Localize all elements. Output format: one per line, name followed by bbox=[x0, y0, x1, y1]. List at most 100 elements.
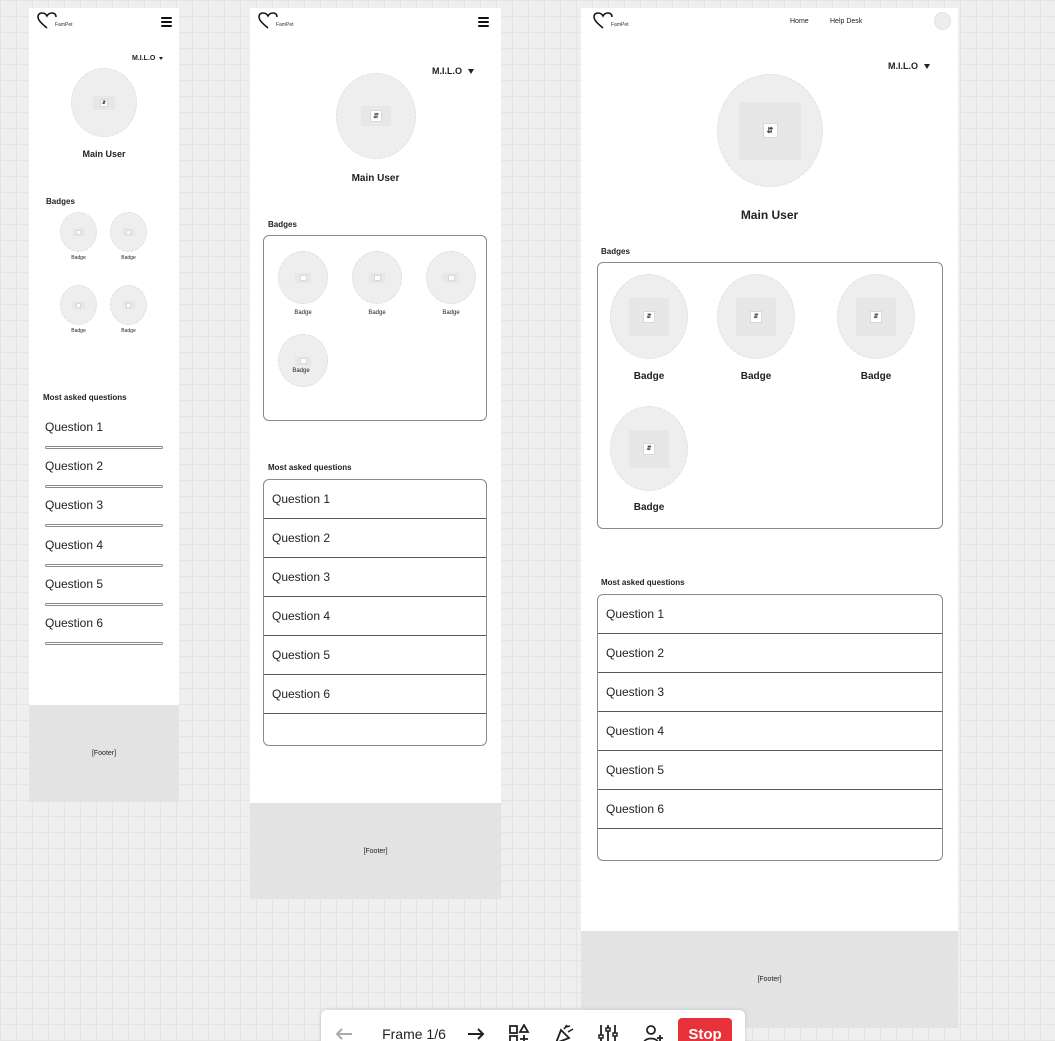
faq-list: Question 1 Question 2 Question 3 Questio… bbox=[263, 479, 487, 746]
question-item[interactable]: Question 2 bbox=[45, 459, 103, 473]
pet-dropdown[interactable]: M.I.L.O bbox=[888, 61, 930, 71]
question-item[interactable]: Question 6 bbox=[598, 790, 942, 829]
footer-label: [Footer] bbox=[363, 847, 388, 855]
image-placeholder-icon: ⇵ bbox=[370, 110, 382, 122]
party-popper-icon[interactable] bbox=[552, 1024, 576, 1041]
chevron-down-icon bbox=[924, 63, 930, 69]
badge-label: Badge bbox=[633, 371, 665, 382]
badge-label: Badge bbox=[368, 310, 386, 316]
badge-label: Badge bbox=[860, 371, 892, 382]
question-item[interactable]: Question 1 bbox=[45, 420, 103, 434]
logo[interactable]: FamPet bbox=[258, 12, 294, 30]
question-item[interactable]: Question 3 bbox=[45, 498, 103, 512]
question-divider bbox=[45, 446, 163, 449]
heart-logo-icon bbox=[593, 12, 613, 29]
user-avatar[interactable]: ⇵ bbox=[336, 73, 416, 159]
image-placeholder-icon bbox=[76, 229, 81, 235]
question-item[interactable]: Question 1 bbox=[598, 595, 942, 634]
chevron-down-icon bbox=[159, 57, 164, 60]
logo-text: FamPet bbox=[276, 22, 294, 28]
image-placeholder-icon bbox=[126, 302, 131, 308]
nav-link-help-desk[interactable]: Help Desk bbox=[830, 18, 862, 25]
question-item[interactable]: Question 4 bbox=[264, 597, 486, 636]
faq-title: Most asked questions bbox=[43, 393, 127, 402]
image-placeholder-icon bbox=[299, 274, 307, 281]
question-item[interactable]: Question 6 bbox=[264, 675, 486, 714]
image-placeholder-icon: ⇵ bbox=[750, 310, 762, 323]
badges-title: Badges bbox=[601, 247, 630, 256]
shapes-add-icon[interactable] bbox=[507, 1024, 531, 1041]
badge-label: Badge bbox=[121, 255, 136, 261]
logo[interactable]: FamPet bbox=[37, 12, 73, 30]
badge-label: Badge bbox=[292, 368, 310, 374]
badge-label: Badge bbox=[633, 502, 665, 513]
pet-dropdown[interactable]: M.I.L.O bbox=[432, 66, 474, 76]
stop-button[interactable]: Stop bbox=[678, 1018, 732, 1041]
footer: [Footer] bbox=[29, 705, 179, 802]
question-item[interactable]: Question 3 bbox=[264, 558, 486, 597]
badge-label: Badge bbox=[71, 255, 86, 261]
badge-image[interactable] bbox=[60, 212, 97, 252]
badge-image[interactable] bbox=[278, 334, 328, 387]
badge-image[interactable]: ⇵ bbox=[610, 406, 688, 491]
badge-label: Badge bbox=[442, 310, 460, 316]
faq-list: Question 1 Question 2 Question 3 Questio… bbox=[597, 594, 943, 861]
question-item[interactable]: Question 5 bbox=[45, 577, 103, 591]
badge-label: Badge bbox=[121, 328, 136, 334]
faq-title: Most asked questions bbox=[268, 463, 352, 472]
question-divider bbox=[45, 485, 163, 488]
image-placeholder-icon bbox=[373, 274, 381, 281]
sliders-icon[interactable] bbox=[596, 1024, 620, 1041]
question-item[interactable]: Question 2 bbox=[264, 519, 486, 558]
user-name: Main User bbox=[351, 173, 400, 184]
badge-image[interactable] bbox=[426, 251, 476, 304]
image-placeholder-icon bbox=[76, 302, 81, 308]
frame-desktop: FamPet Home Help Desk M.I.L.O ⇵ Main Use… bbox=[581, 8, 958, 1028]
image-placeholder-icon: ⇵ bbox=[100, 98, 108, 107]
user-avatar[interactable]: ⇵ bbox=[71, 68, 137, 137]
footer: [Footer] bbox=[250, 803, 501, 899]
question-item[interactable]: Question 6 bbox=[45, 616, 103, 630]
question-item[interactable]: Question 1 bbox=[264, 480, 486, 519]
badge-image[interactable]: ⇵ bbox=[837, 274, 915, 359]
badge-image[interactable] bbox=[352, 251, 402, 304]
footer-label: [Footer] bbox=[91, 750, 117, 757]
question-item[interactable]: Question 4 bbox=[598, 712, 942, 751]
heart-logo-icon bbox=[37, 12, 57, 29]
pet-dropdown[interactable]: M.I.L.O bbox=[132, 55, 164, 62]
badge-image[interactable]: ⇵ bbox=[717, 274, 795, 359]
presentation-toolbar: Frame 1/6 Stop bbox=[321, 1010, 745, 1041]
badge-image[interactable] bbox=[110, 285, 147, 325]
image-placeholder-icon: ⇵ bbox=[643, 442, 655, 455]
badge-label: Badge bbox=[71, 328, 86, 334]
frame-mobile: FamPet M.I.L.O ⇵ Main User Badges Badge … bbox=[29, 8, 179, 802]
add-person-icon[interactable] bbox=[641, 1024, 665, 1041]
chevron-down-icon bbox=[468, 68, 474, 74]
hamburger-menu-icon[interactable] bbox=[478, 17, 489, 27]
question-item[interactable]: Question 4 bbox=[45, 538, 103, 552]
user-menu-avatar[interactable] bbox=[934, 12, 951, 30]
question-item[interactable]: Question 5 bbox=[264, 636, 486, 675]
badge-image[interactable] bbox=[110, 212, 147, 252]
user-avatar[interactable]: ⇵ bbox=[717, 74, 823, 187]
image-placeholder-icon bbox=[299, 357, 307, 364]
badge-image[interactable] bbox=[278, 251, 328, 304]
image-placeholder-icon bbox=[126, 229, 131, 235]
frame-counter: Frame 1/6 bbox=[382, 1026, 446, 1041]
badges-title: Badges bbox=[46, 197, 75, 206]
arrow-right-icon[interactable] bbox=[465, 1024, 487, 1041]
question-divider bbox=[45, 642, 163, 645]
image-placeholder-icon: ⇵ bbox=[643, 310, 655, 323]
badges-title: Badges bbox=[268, 220, 297, 229]
pet-dropdown-label: M.I.L.O bbox=[132, 55, 156, 62]
logo[interactable]: FamPet bbox=[593, 12, 629, 30]
badge-image[interactable]: ⇵ bbox=[610, 274, 688, 359]
faq-title: Most asked questions bbox=[601, 578, 685, 587]
question-item[interactable]: Question 3 bbox=[598, 673, 942, 712]
hamburger-menu-icon[interactable] bbox=[161, 17, 172, 27]
badge-image[interactable] bbox=[60, 285, 97, 325]
question-item[interactable]: Question 5 bbox=[598, 751, 942, 790]
nav-link-home[interactable]: Home bbox=[790, 18, 809, 25]
arrow-left-icon[interactable] bbox=[333, 1024, 355, 1041]
question-item[interactable]: Question 2 bbox=[598, 634, 942, 673]
